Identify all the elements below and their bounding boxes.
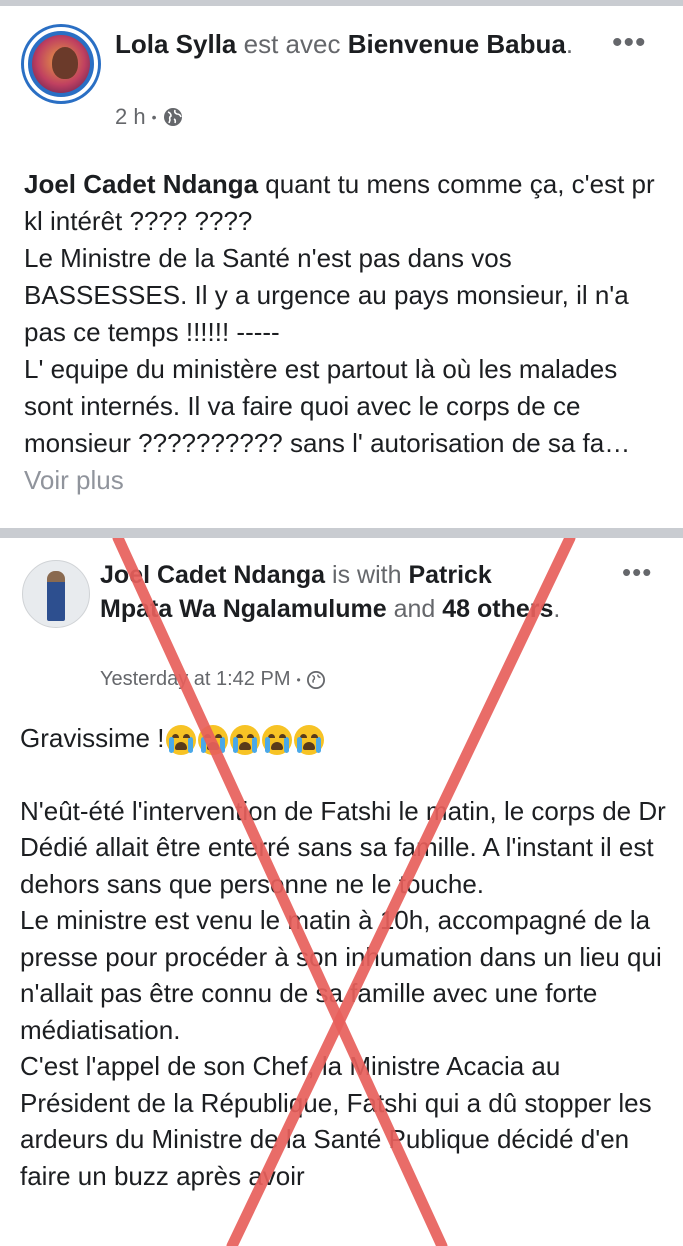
- post-time: Yesterday at 1:42 PM: [100, 668, 291, 690]
- with-text: is with: [332, 561, 402, 589]
- post-body: Joel Cadet Ndanga quant tu mens comme ça…: [24, 166, 664, 499]
- and-text: and: [393, 595, 436, 623]
- post-line: L' equipe du ministère est partout là où…: [24, 354, 631, 458]
- avatar-face: [52, 47, 78, 79]
- crying-face-icon: [262, 725, 293, 756]
- mention-link[interactable]: Joel Cadet Ndanga: [24, 169, 258, 199]
- crying-face-icon: [198, 725, 229, 756]
- post-divider: [0, 528, 683, 538]
- crying-face-icon: [294, 725, 325, 756]
- post-line: Le Ministre de la Santé n'est pas dans v…: [24, 243, 629, 347]
- globe-icon: [163, 108, 182, 126]
- post-headline: Gravissime !: [20, 723, 165, 753]
- post-time[interactable]: 2 h: [115, 104, 146, 130]
- author-avatar: [22, 560, 90, 628]
- paragraph: C'est l'appel de son Chef, la Ministre A…: [20, 1051, 652, 1191]
- tagged-user[interactable]: Bienvenue Babua: [348, 29, 566, 59]
- embedded-screenshot: Joel Cadet Ndanga is with Patrick Mpata …: [0, 538, 683, 1246]
- post-meta: 2 h •: [115, 104, 183, 130]
- post-body: Gravissime ! N'eût-été l'intervention de…: [20, 720, 670, 1194]
- post-header: Joel Cadet Ndanga is with Patrick Mpata …: [100, 558, 570, 626]
- post-text: L' equipe du ministère est partout là où…: [24, 351, 664, 499]
- headline-row: Gravissime !: [20, 720, 670, 757]
- author-name: Joel Cadet Ndanga: [100, 561, 326, 589]
- paragraph: Le ministre est venu le matin à 10h, acc…: [20, 905, 662, 1045]
- globe-icon: [306, 670, 325, 689]
- more-options-button: •••: [622, 557, 653, 587]
- header-period: .: [565, 29, 574, 59]
- header-period: .: [553, 595, 561, 623]
- with-text: est avec: [243, 29, 341, 59]
- meta-dot: •: [296, 672, 301, 687]
- meta-dot: •: [151, 109, 157, 125]
- crying-face-icon: [230, 725, 261, 756]
- author-name[interactable]: Lola Sylla: [115, 29, 236, 59]
- post-text: Joel Cadet Ndanga quant tu mens comme ça…: [24, 166, 664, 240]
- avatar-image: [32, 35, 90, 93]
- post-header: Lola Sylla est avec Bienvenue Babua.: [115, 27, 605, 61]
- see-more-link[interactable]: Voir plus: [24, 465, 124, 495]
- others-count: 48 others: [442, 595, 554, 623]
- crying-face-icon: [166, 725, 197, 756]
- more-options-button[interactable]: •••: [612, 28, 647, 58]
- author-avatar[interactable]: [24, 27, 98, 101]
- avatar-figure: [47, 571, 65, 621]
- paragraph: N'eût-été l'intervention de Fatshi le ma…: [20, 795, 666, 899]
- emoji-row: [166, 725, 325, 756]
- post-meta: Yesterday at 1:42 PM •: [100, 668, 325, 691]
